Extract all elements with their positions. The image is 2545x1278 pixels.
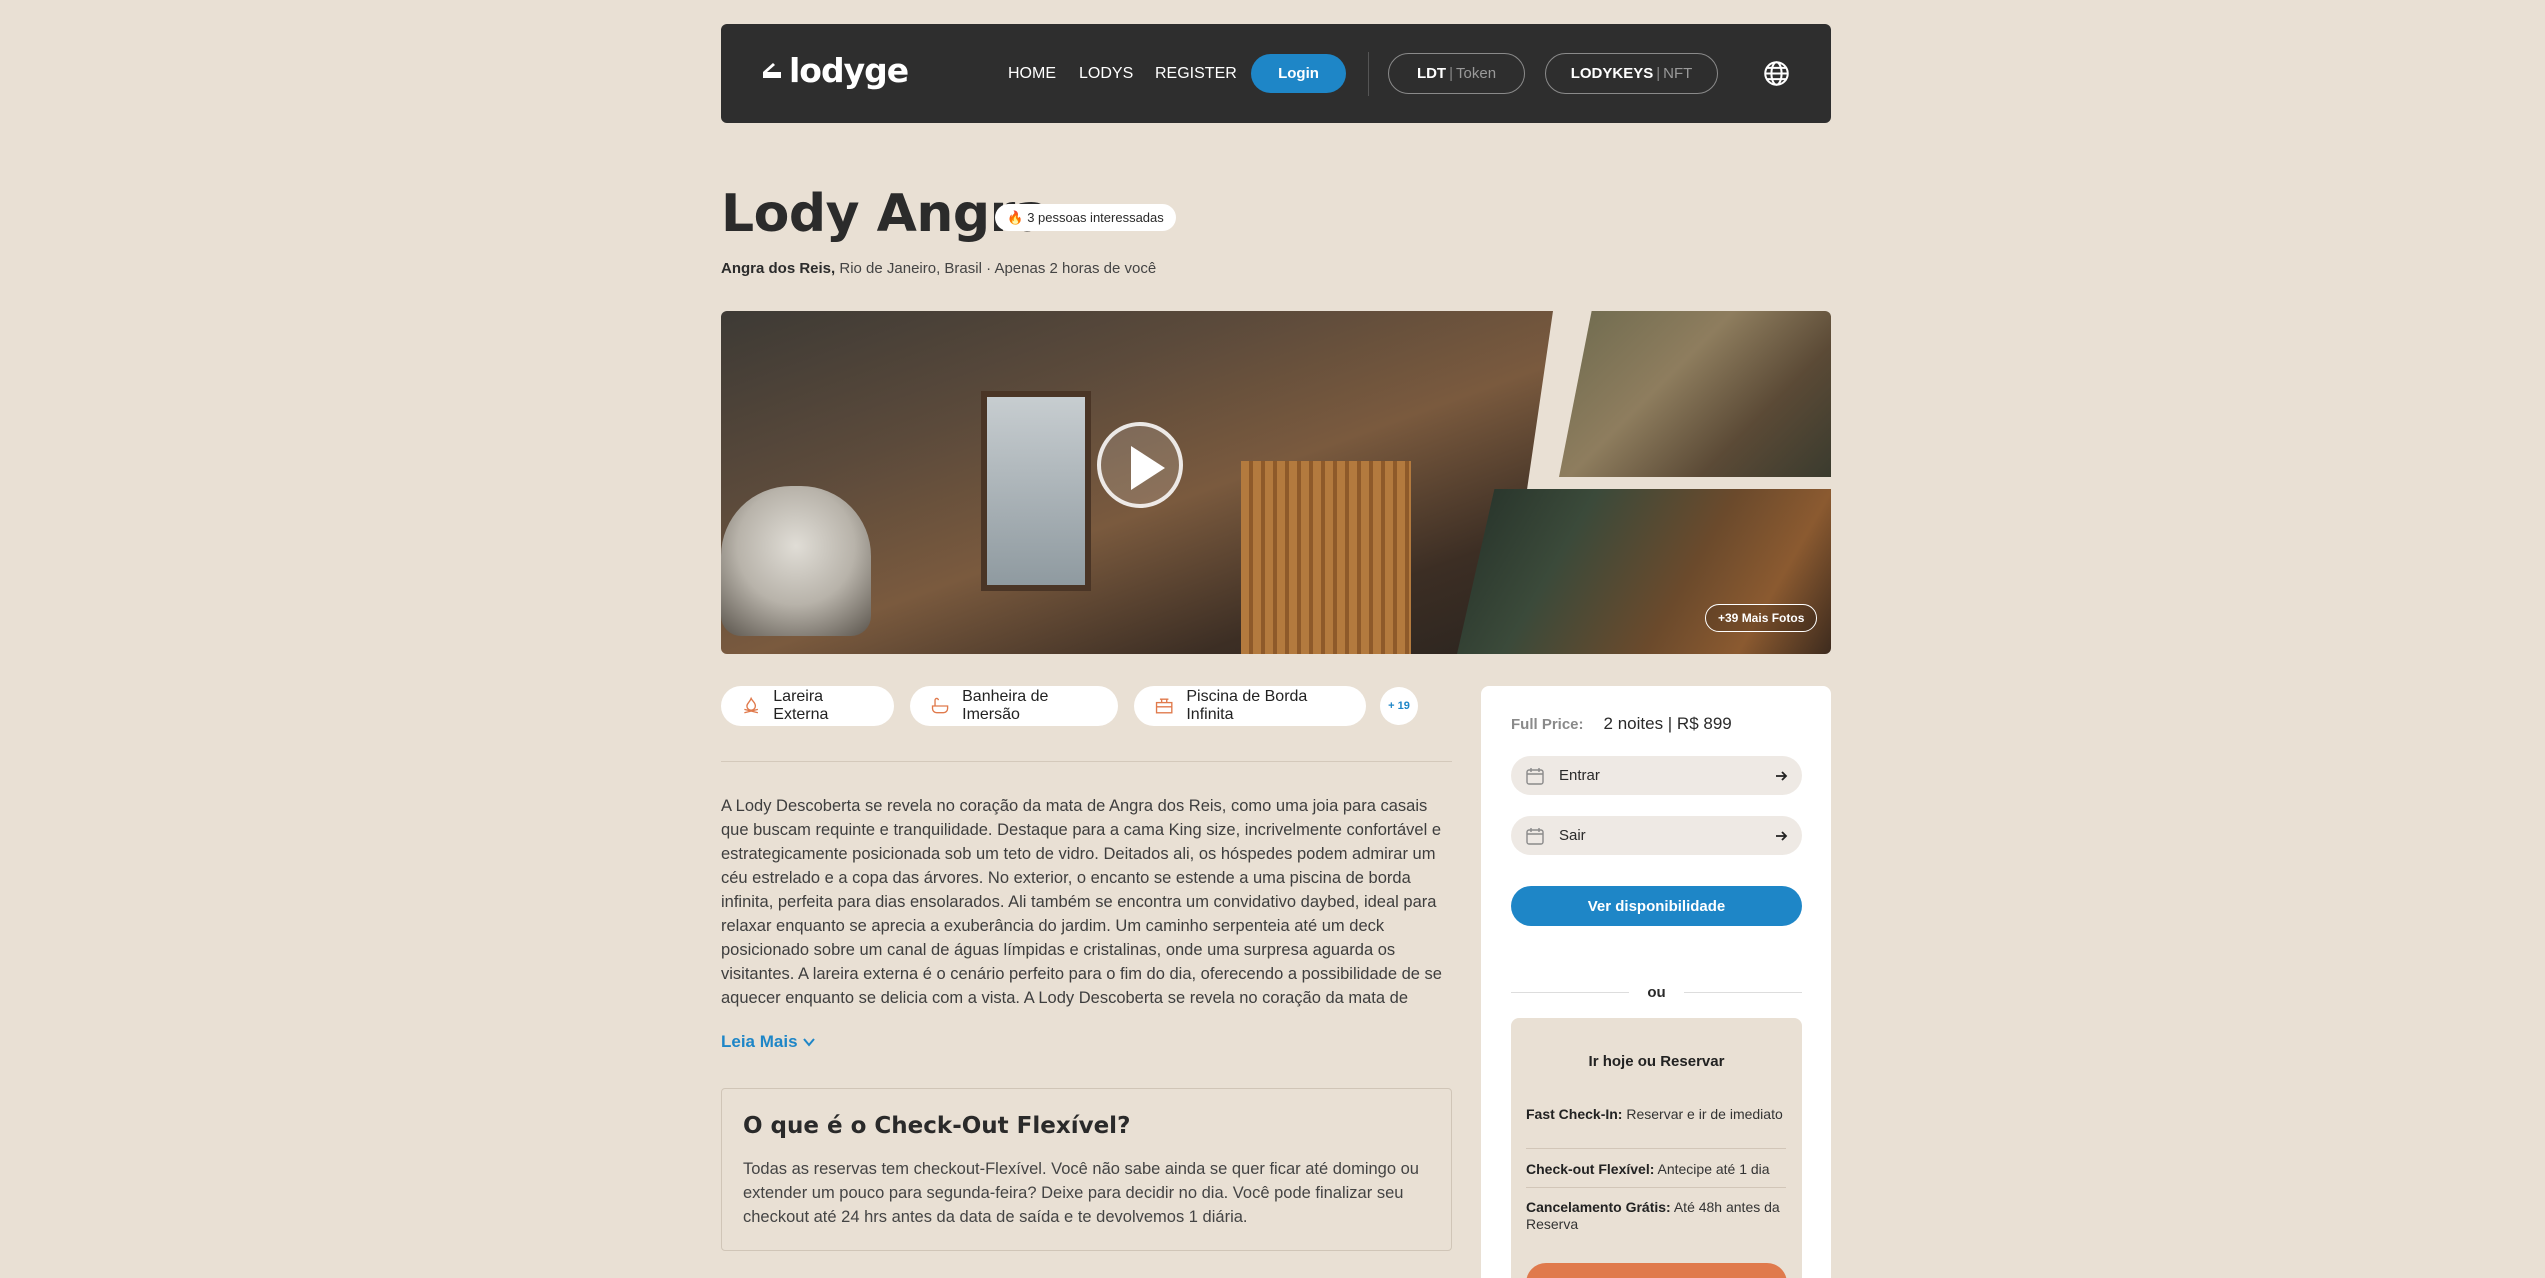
nft-label: NFT [1663, 65, 1693, 82]
read-more-link[interactable]: Leia Mais [721, 1032, 816, 1052]
globe-icon[interactable] [1763, 60, 1790, 87]
amenity-label: Banheira de Imersão [962, 688, 1049, 723]
reserve-now-button[interactable] [1526, 1263, 1787, 1278]
calendar-icon [1526, 827, 1544, 845]
lodykeys-nft-pill[interactable]: LODYKEYS | NFT [1545, 53, 1718, 94]
photo-gallery: +39 Mais Fotos [721, 311, 1831, 654]
amenity-infinity-pool[interactable]: Piscina de Borda Infinita [1134, 686, 1366, 726]
feature-text: Reservar e ir de imediato [1622, 1106, 1783, 1122]
location-details: Rio de Janeiro, Brasil · Apenas 2 horas … [835, 260, 1157, 277]
arrow-right-icon [1776, 770, 1788, 781]
listing-description: A Lody Descoberta se revela no coração d… [721, 797, 1442, 1007]
lodykeys-label: LODYKEYS [1570, 65, 1654, 82]
top-navbar: lodyge HOME LODYS REGISTER Login LDT | T… [721, 24, 1831, 123]
price-value: 2 noites | R$ 899 [1603, 714, 1732, 733]
calendar-icon [1526, 767, 1544, 785]
bamboo-fence-shape [1241, 461, 1411, 654]
checkout-field[interactable]: Sair [1511, 816, 1802, 855]
feature-flexible-checkout: Check-out Flexível: Antecipe até 1 dia [1526, 1161, 1786, 1178]
pill-separator: | [1656, 65, 1661, 82]
feature-name: Check-out Flexível: [1526, 1161, 1655, 1177]
flex-checkout-info: O que é o Check-Out Flexível? Todas as r… [721, 1088, 1452, 1251]
location-city: Angra dos Reis, [721, 260, 836, 277]
flex-checkout-title: O que é o Check-Out Flexível? [743, 1113, 1131, 1139]
feature-name: Fast Check-In: [1526, 1106, 1623, 1122]
amenity-bathtub[interactable]: Banheira de Imersão [910, 686, 1118, 726]
logo-text: lodyge [789, 51, 909, 90]
price-row: Full Price: 2 noites | R$ 899 [1511, 714, 1732, 734]
cabin-window-shape [981, 391, 1091, 591]
fire-icon: 🔥 [1007, 209, 1024, 225]
interest-badge: 🔥 3 pessoas interessadas [995, 204, 1176, 231]
nav-link-register[interactable]: REGISTER [1155, 64, 1237, 84]
token-label: Token [1456, 65, 1497, 82]
amenity-fireplace[interactable]: Lareira Externa [721, 686, 894, 726]
or-divider: ou [1511, 984, 1803, 1001]
nav-link-home[interactable]: HOME [1008, 64, 1056, 84]
more-photos-button[interactable]: +39 Mais Fotos [1705, 604, 1818, 632]
bathtub-icon [931, 697, 949, 714]
listing-location: Angra dos Reis, Rio de Janeiro, Brasil ·… [721, 260, 1156, 277]
booking-card: Full Price: 2 noites | R$ 899 Entrar Sai… [1481, 686, 1831, 1278]
play-icon[interactable] [1097, 422, 1183, 508]
reserve-box: Ir hoje ou Reservar Fast Check-In: Reser… [1511, 1018, 1802, 1278]
ldt-token-pill[interactable]: LDT | Token [1388, 53, 1525, 94]
interest-text: 3 pessoas interessadas [1027, 210, 1164, 225]
pool-icon [1155, 698, 1173, 714]
feature-free-cancellation: Cancelamento Grátis: Até 48h antes da Re… [1526, 1199, 1786, 1233]
main-photo-video[interactable] [721, 311, 1553, 654]
logo[interactable]: lodyge [761, 51, 909, 90]
checkout-label: Sair [1559, 827, 1586, 844]
amenity-label: Lareira Externa [773, 688, 829, 723]
reserve-title: Ir hoje ou Reservar [1588, 1053, 1725, 1070]
more-amenities-button[interactable]: + 19 [1380, 687, 1418, 725]
pill-separator: | [1449, 65, 1454, 82]
photo-fireplace[interactable] [1559, 311, 1831, 477]
arrow-right-icon [1776, 830, 1788, 841]
checkin-field[interactable]: Entrar [1511, 756, 1802, 795]
checkin-label: Entrar [1559, 767, 1600, 784]
or-label: ou [1647, 984, 1666, 1001]
login-button[interactable]: Login [1251, 54, 1346, 93]
logo-house-icon [763, 62, 781, 78]
check-availability-button[interactable]: Ver disponibilidade [1511, 886, 1802, 926]
price-label: Full Price: [1511, 716, 1584, 733]
section-divider [721, 761, 1452, 762]
ldt-label: LDT [1416, 65, 1447, 82]
read-more-label: Leia Mais [721, 1032, 798, 1051]
flex-checkout-body: Todas as reservas tem checkout-Flexível.… [743, 1160, 1419, 1226]
feature-name: Cancelamento Grátis: [1526, 1199, 1671, 1215]
amenity-label: Piscina de Borda Infinita [1186, 688, 1308, 723]
feature-text: Antecipe até 1 dia [1654, 1161, 1770, 1177]
nav-divider [1368, 52, 1369, 96]
chevron-down-icon [802, 1038, 815, 1047]
fireplace-icon [744, 696, 759, 714]
nav-link-lodys[interactable]: LODYS [1079, 64, 1133, 84]
feature-fast-checkin: Fast Check-In: Reservar e ir de imediato [1526, 1106, 1786, 1123]
daybed-shape [721, 486, 871, 636]
